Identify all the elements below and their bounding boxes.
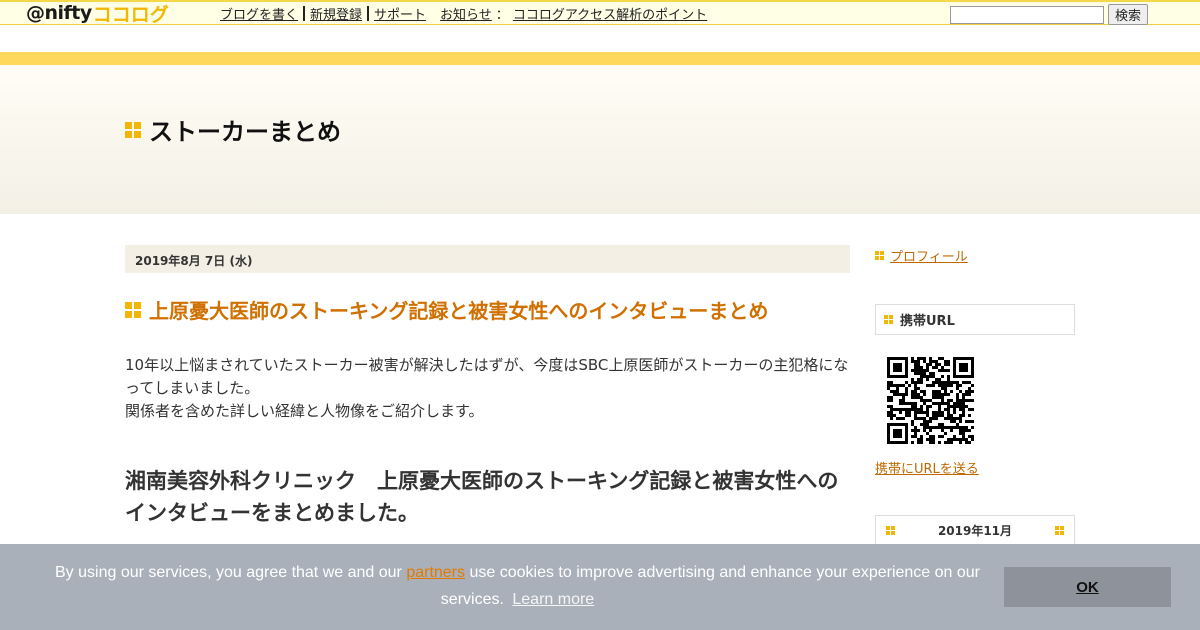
calendar-header: 2019年11月 [875, 515, 1075, 546]
cookie-learn-more-link[interactable]: Learn more [512, 591, 594, 608]
nav-support-link[interactable]: サポート [374, 4, 426, 23]
search-form: 検索 [950, 4, 1149, 25]
calendar-month-title: 2019年11月 [937, 524, 1013, 538]
calendar-prev-icon[interactable] [886, 526, 895, 535]
entry-body: 10年以上悩まされていたストーカー被害が解決したはずが、今度はSBC上原医師がス… [125, 354, 855, 423]
square-bullet-icon [125, 301, 141, 318]
entry-body-paragraph: 10年以上悩まされていたストーカー被害が解決したはずが、今度はSBC上原医師がス… [125, 356, 849, 397]
blog-title[interactable]: ストーカーまとめ [149, 112, 341, 147]
entry-section-heading: 湘南美容外科クリニック 上原憂大医師のストーキング記録と被害女性へのインタビュー… [125, 469, 839, 525]
qr-code-icon [887, 357, 974, 444]
logo-cocolog-text: ココログ [92, 3, 169, 26]
logo-nifty-text: @nifty [26, 2, 92, 24]
calendar-next-icon[interactable] [1054, 526, 1064, 535]
nifty-cocolog-logo[interactable]: @nifty ココログ [26, 2, 169, 26]
cookie-ok-button[interactable]: OK [1004, 567, 1171, 607]
mobile-url-title: 携帯URL [900, 314, 955, 329]
nav-notice-link[interactable]: お知らせ [440, 4, 492, 23]
send-url-to-mobile-link[interactable]: 携帯にURLを送る [875, 458, 979, 477]
top-navigation-bar: @nifty ココログ ブログを書く 新規登録 サポート お知らせ ： ココログ… [0, 0, 1200, 26]
square-bullet-icon [884, 315, 893, 324]
entry-body-paragraph: 関係者を含めた詳しい経緯と人物像をご紹介します。 [125, 402, 484, 420]
top-nav-links: ブログを書く 新規登録 サポート お知らせ ： ココログアクセス解析のポイント [220, 4, 707, 23]
sidebar-mobile-url-header: 携帯URL [875, 304, 1075, 335]
notice-colon: ： [495, 8, 509, 23]
cookie-text-before: By using our services, you agree that we… [55, 564, 402, 581]
square-bullet-icon [875, 251, 884, 260]
nav-separator [303, 6, 306, 21]
nav-register-link[interactable]: 新規登録 [310, 4, 362, 23]
sidebar-profile: プロフィール [875, 246, 968, 265]
cookie-partners-link[interactable]: partners [406, 564, 465, 581]
header-stripe [0, 52, 1200, 65]
entry-title-block: 上原憂大医師のストーキング記録と被害女性へのインタビューまとめ [125, 295, 768, 324]
nav-write-blog-link[interactable]: ブログを書く [220, 4, 298, 23]
notice-article-link[interactable]: ココログアクセス解析のポイント [513, 4, 707, 23]
entry-title-link[interactable]: 上原憂大医師のストーキング記録と被害女性へのインタビューまとめ [149, 295, 768, 324]
square-bullet-icon [125, 121, 141, 138]
cookie-message: By using our services, you agree that we… [40, 559, 995, 613]
entry-date: 2019年8月 7日 (水) [125, 245, 850, 273]
blog-title-block: ストーカーまとめ [125, 112, 341, 147]
nav-separator [367, 6, 370, 21]
search-button[interactable]: 検索 [1108, 4, 1149, 25]
search-input[interactable] [950, 5, 1104, 24]
profile-link[interactable]: プロフィール [890, 246, 968, 265]
